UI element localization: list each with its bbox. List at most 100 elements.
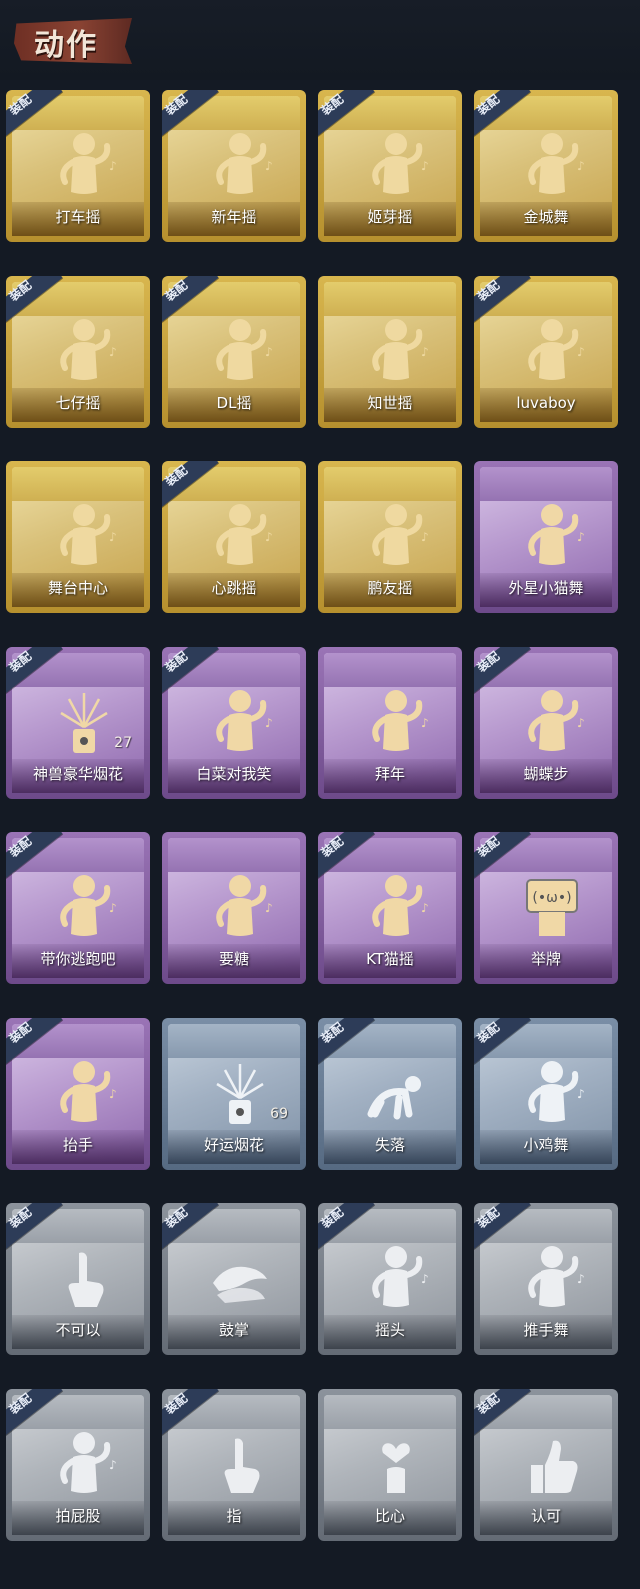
equipped-badge: 装配: [6, 832, 63, 879]
equipped-badge: 装配: [6, 90, 63, 137]
emote-card[interactable]: ♪ 七仔摇 装配: [6, 276, 150, 428]
card-body: ♪ 要糖: [168, 838, 300, 978]
emote-card[interactable]: 鼓掌 装配: [162, 1203, 306, 1355]
item-count: 27: [114, 735, 132, 751]
emote-card[interactable]: ♪ 打车摇 装配: [6, 90, 150, 242]
equipped-badge: 装配: [474, 1389, 531, 1436]
dancer-icon: ♪: [60, 875, 117, 936]
emote-card[interactable]: ♪ KT猫摇 装配: [318, 832, 462, 984]
svg-text:♪: ♪: [577, 530, 585, 544]
equipped-badge: 装配: [474, 832, 531, 879]
emote-card[interactable]: 认可 装配: [474, 1389, 618, 1541]
emote-card[interactable]: (•ω•) 举牌 装配: [474, 832, 618, 984]
emote-name: KT猫摇: [366, 950, 414, 968]
figure-icon: ♪: [216, 875, 273, 936]
dancer-icon: ♪: [60, 319, 117, 380]
card-scroll-ornament: [168, 838, 300, 872]
dancer-icon: ♪: [372, 319, 429, 380]
svg-text:♪: ♪: [421, 345, 429, 359]
emote-card[interactable]: ♪ 抬手 装配: [6, 1018, 150, 1170]
emote-name: 姬芽摇: [367, 208, 413, 226]
emote-card[interactable]: ♪ 拜年: [318, 647, 462, 799]
emote-card[interactable]: ♪ 知世摇: [318, 276, 462, 428]
finger-icon: [68, 1252, 104, 1307]
emote-card[interactable]: ♪ 拍屁股 装配: [6, 1389, 150, 1541]
svg-text:♪: ♪: [577, 1272, 585, 1286]
svg-text:♪: ♪: [265, 716, 273, 730]
equipped-badge: 装配: [474, 1203, 531, 1250]
emote-card[interactable]: 指 装配: [162, 1389, 306, 1541]
emote-name: 知世摇: [367, 394, 413, 412]
sign-icon: (•ω•): [526, 879, 578, 936]
dancer-icon: ♪: [216, 133, 273, 194]
dancer-icon: ♪: [372, 133, 429, 194]
emote-card[interactable]: ♪ 带你逃跑吧 装配: [6, 832, 150, 984]
figure-icon: ♪: [60, 1432, 117, 1493]
svg-text:♪: ♪: [109, 159, 117, 173]
emote-name: DL摇: [216, 394, 252, 412]
emote-card[interactable]: 27 神兽豪华烟花 装配: [6, 647, 150, 799]
emote-name: 鼓掌: [218, 1321, 249, 1339]
card-body: ♪ 舞台中心: [12, 467, 144, 607]
dancer-icon: ♪: [60, 133, 117, 194]
emote-card[interactable]: ♪ 小鸡舞 装配: [474, 1018, 618, 1170]
point-icon: [224, 1438, 260, 1493]
page-title: 动作: [34, 28, 98, 63]
emote-name: 认可: [530, 1507, 561, 1525]
emote-card[interactable]: ♪ 舞台中心: [6, 461, 150, 613]
emote-card[interactable]: ♪ 心跳摇 装配: [162, 461, 306, 613]
emote-name: 神兽豪华烟花: [32, 765, 123, 783]
emote-card[interactable]: ♪ 要糖: [162, 832, 306, 984]
emote-card[interactable]: ♪ 白菜对我笑 装配: [162, 647, 306, 799]
emote-card[interactable]: ♪ 新年摇 装配: [162, 90, 306, 242]
svg-text:♪: ♪: [421, 159, 429, 173]
emote-card[interactable]: ♪ DL摇 装配: [162, 276, 306, 428]
emote-name: 要糖: [218, 950, 249, 968]
emote-card[interactable]: 失落 装配: [318, 1018, 462, 1170]
emote-card[interactable]: ♪ 摇头 装配: [318, 1203, 462, 1355]
card-scroll-ornament: [12, 467, 144, 501]
emote-name: 外星小猫舞: [508, 579, 584, 597]
emote-card[interactable]: 不可以 装配: [6, 1203, 150, 1355]
figure-icon: ♪: [372, 1246, 429, 1307]
dancer-icon: ♪: [528, 690, 585, 751]
card-scroll-ornament: [324, 282, 456, 316]
emote-card[interactable]: ♪ 推手舞 装配: [474, 1203, 618, 1355]
equipped-badge: 装配: [318, 1018, 375, 1065]
emote-name: 不可以: [55, 1321, 101, 1339]
card-scroll-ornament: [324, 653, 456, 687]
svg-text:(•ω•): (•ω•): [532, 890, 571, 906]
emote-name: 金城舞: [523, 208, 569, 226]
equipped-badge: 装配: [162, 90, 219, 137]
emote-card[interactable]: ♪ 姬芽摇 装配: [318, 90, 462, 242]
equipped-badge: 装配: [318, 832, 375, 879]
emote-card[interactable]: ♪ luvaboy 装配: [474, 276, 618, 428]
card-body: ♪ 拜年: [324, 653, 456, 793]
emote-name: 好运烟花: [203, 1136, 264, 1154]
svg-text:♪: ♪: [265, 345, 273, 359]
dancer-icon: ♪: [216, 319, 273, 380]
emote-name: 鹏友摇: [367, 579, 413, 597]
emote-card[interactable]: ♪ 金城舞 装配: [474, 90, 618, 242]
firework-icon: [216, 1064, 264, 1124]
clap-icon: [213, 1266, 267, 1303]
equipped-badge: 装配: [474, 647, 531, 694]
svg-text:♪: ♪: [109, 901, 117, 915]
svg-text:♪: ♪: [421, 716, 429, 730]
heart-hand-icon: [382, 1443, 410, 1493]
emote-card[interactable]: ♪ 外星小猫舞: [474, 461, 618, 613]
figure-icon: ♪: [528, 1061, 585, 1122]
equipped-badge: 装配: [6, 1018, 63, 1065]
emote-card[interactable]: 69 好运烟花: [162, 1018, 306, 1170]
svg-text:♪: ♪: [265, 530, 273, 544]
emote-card[interactable]: ♪ 蝴蝶步 装配: [474, 647, 618, 799]
emote-name: 带你逃跑吧: [40, 950, 116, 968]
equipped-badge: 装配: [162, 276, 219, 323]
figure-icon: ♪: [528, 1246, 585, 1307]
card-body: ♪ 知世摇: [324, 282, 456, 422]
figure-icon: ♪: [60, 1061, 117, 1122]
emote-name: 拜年: [374, 765, 405, 783]
emote-card[interactable]: 比心: [318, 1389, 462, 1541]
equipped-badge: 装配: [6, 276, 63, 323]
emote-card[interactable]: ♪ 鹏友摇: [318, 461, 462, 613]
